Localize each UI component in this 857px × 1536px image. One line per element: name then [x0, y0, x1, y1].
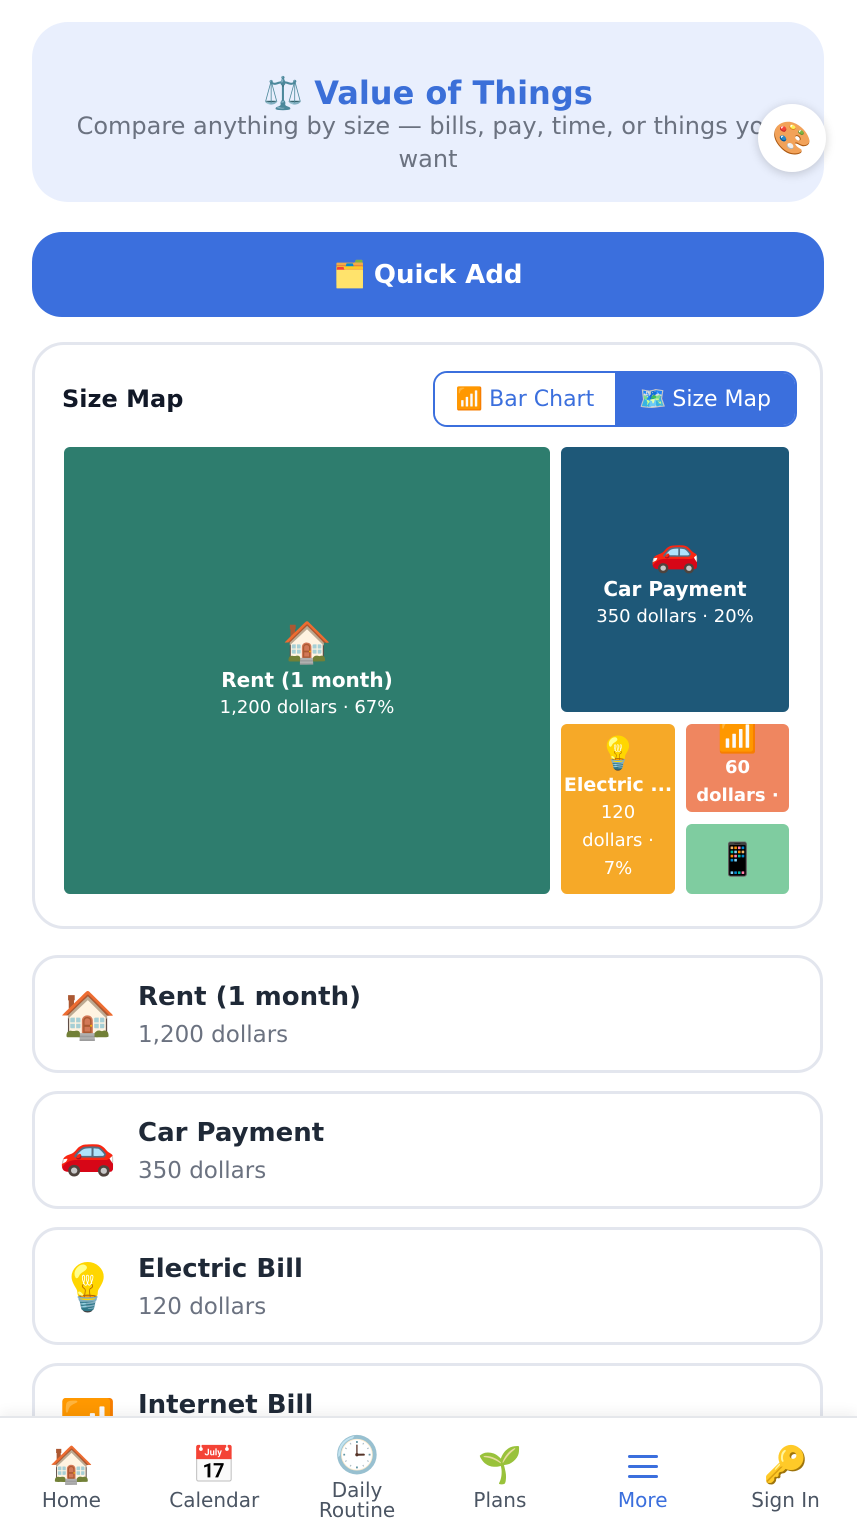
item-name: Electric Bill: [138, 1254, 303, 1284]
scales-icon: ⚖️: [263, 74, 304, 112]
signal-bars-icon: 📶: [717, 724, 758, 755]
item-name: Car Payment: [138, 1118, 325, 1148]
treemap-tile-electric[interactable]: 💡 Electric ... 120 dollars · 7%: [561, 724, 675, 894]
map-icon: 🗺️: [639, 386, 667, 412]
nav-calendar[interactable]: 📅 Calendar: [143, 1418, 286, 1536]
car-icon: 🚗: [650, 528, 700, 575]
theme-palette-button[interactable]: 🎨: [758, 104, 826, 172]
lightbulb-icon: 💡: [59, 1260, 117, 1314]
hamburger-icon: [627, 1444, 658, 1488]
house-icon: 🏠: [59, 988, 117, 1042]
phone-icon: 📱: [717, 840, 758, 878]
quick-add-button[interactable]: 🗂️ Quick Add: [32, 232, 824, 317]
page-subtitle: Compare anything by size — bills, pay, t…: [76, 112, 780, 173]
nav-home[interactable]: 🏠 Home: [0, 1418, 143, 1536]
nav-plans[interactable]: 🌱 Plans: [428, 1418, 571, 1536]
page-title: ⚖️ Value of Things: [263, 74, 593, 112]
item-value: 120 dollars: [138, 1294, 267, 1320]
size-map-card: Size Map 📶 Bar Chart 🗺️ Size Map 🏠 Rent …: [32, 342, 823, 929]
seedling-icon: 🌱: [477, 1445, 523, 1486]
list-item[interactable]: 💡 Electric Bill 120 dollars: [32, 1227, 823, 1345]
treemap-tile-rent[interactable]: 🏠 Rent (1 month) 1,200 dollars · 67%: [64, 447, 550, 894]
lightbulb-icon: 💡: [598, 734, 638, 772]
palette-icon: 🎨: [772, 119, 812, 157]
calendar-icon: 📅: [191, 1445, 237, 1486]
clock-icon: 🕒: [334, 1435, 380, 1476]
bottom-nav: 🏠 Home 📅 Calendar 🕒 Daily Routine 🌱 Plan…: [0, 1416, 857, 1536]
treemap-tile-phone[interactable]: 📱: [686, 824, 789, 894]
bar-chart-icon: 📶: [455, 386, 484, 412]
size-map-title: Size Map: [62, 385, 184, 413]
header-card: ⚖️ Value of Things Compare anything by s…: [32, 22, 824, 202]
bar-chart-toggle[interactable]: 📶 Bar Chart: [435, 373, 615, 425]
list-item[interactable]: 🏠 Rent (1 month) 1,200 dollars: [32, 955, 823, 1073]
treemap-tile-internet[interactable]: 📶 60 dollars ·: [686, 724, 789, 812]
item-name: Rent (1 month): [138, 982, 361, 1012]
list-item[interactable]: 🚗 Car Payment 350 dollars: [32, 1091, 823, 1209]
car-icon: 🚗: [59, 1124, 117, 1178]
item-value: 1,200 dollars: [138, 1022, 289, 1048]
quick-add-label: Quick Add: [373, 259, 523, 290]
item-value: 350 dollars: [138, 1158, 267, 1184]
nav-sign-in[interactable]: 🔑 Sign In: [714, 1418, 857, 1536]
key-icon: 🔑: [763, 1445, 808, 1486]
nav-daily-routine[interactable]: 🕒 Daily Routine: [286, 1418, 429, 1536]
size-map-toggle[interactable]: 🗺️ Size Map: [615, 373, 795, 425]
nav-more[interactable]: More: [571, 1418, 714, 1536]
folder-icon: 🗂️: [333, 259, 366, 290]
house-icon: 🏠: [282, 619, 332, 666]
house-icon: 🏠: [49, 1445, 94, 1486]
view-toggle: 📶 Bar Chart 🗺️ Size Map: [433, 371, 797, 427]
treemap-tile-car-payment[interactable]: 🚗 Car Payment 350 dollars · 20%: [561, 447, 789, 712]
